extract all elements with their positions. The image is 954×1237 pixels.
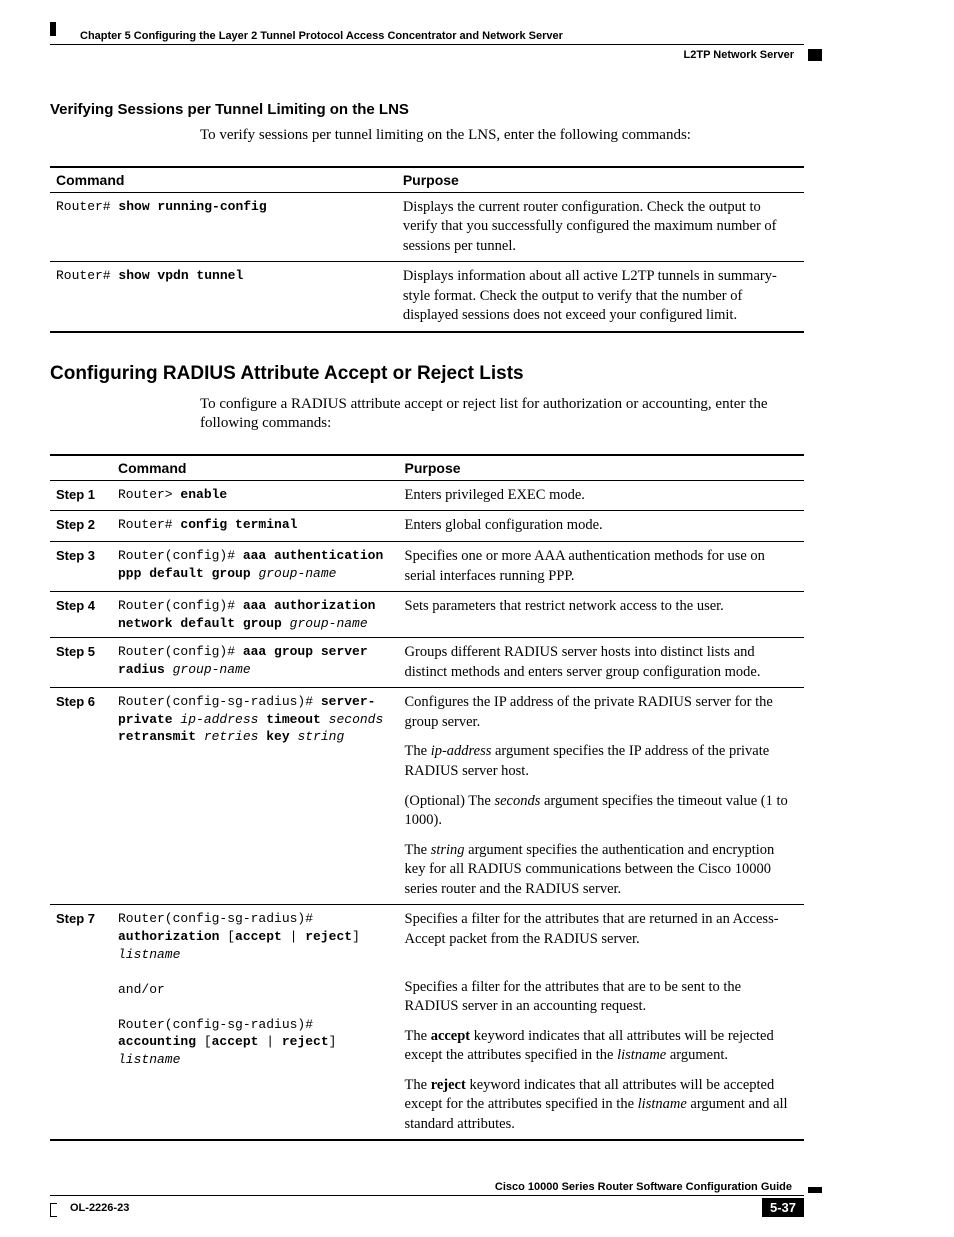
step-label: Step 3 xyxy=(50,542,112,592)
purpose-cell: Displays information about all active L2… xyxy=(397,262,804,332)
table-row: Step 4Router(config)# aaa authorization … xyxy=(50,592,804,638)
header-left-mark xyxy=(50,22,56,36)
purpose-cell: Configures the IP address of the private… xyxy=(399,688,804,905)
section1-intro: To verify sessions per tunnel limiting o… xyxy=(200,126,804,146)
command-cell: Router(config-sg-radius)# authorization … xyxy=(112,905,399,1141)
col-purpose: Purpose xyxy=(397,167,804,193)
purpose-cell: Enters privileged EXEC mode. xyxy=(399,480,804,511)
section1-title: Verifying Sessions per Tunnel Limiting o… xyxy=(50,101,804,118)
footer-right-mark xyxy=(808,1187,822,1193)
section2-title: Configuring RADIUS Attribute Accept or R… xyxy=(50,363,804,385)
footer-left-mark xyxy=(50,1203,57,1217)
verify-commands-table: Command Purpose Router# show running-con… xyxy=(50,166,804,333)
col-command: Command xyxy=(50,167,397,193)
purpose-cell: Specifies a filter for the attributes th… xyxy=(399,905,804,1141)
footer-page: 5-37 xyxy=(762,1198,804,1217)
step-label: Step 7 xyxy=(50,905,112,1141)
section-header: L2TP Network Server xyxy=(50,49,804,61)
table-row: Step 6Router(config-sg-radius)# server-p… xyxy=(50,688,804,905)
chapter-title: Chapter 5 Configuring the Layer 2 Tunnel… xyxy=(50,30,804,42)
step-label: Step 4 xyxy=(50,592,112,638)
step-label: Step 5 xyxy=(50,638,112,688)
col-purpose: Purpose xyxy=(399,455,804,481)
command-cell: Router# config terminal xyxy=(112,511,399,542)
command-cell: Router> enable xyxy=(112,480,399,511)
command-cell: Router# show running-config xyxy=(50,192,397,262)
command-cell: Router# show vpdn tunnel xyxy=(50,262,397,332)
page-header: Chapter 5 Configuring the Layer 2 Tunnel… xyxy=(50,30,804,45)
footer-guide: Cisco 10000 Series Router Software Confi… xyxy=(50,1181,804,1196)
purpose-cell: Specifies one or more AAA authentication… xyxy=(399,542,804,592)
configure-steps-table: Command Purpose Step 1Router> enableEnte… xyxy=(50,454,804,1142)
section2-intro: To configure a RADIUS attribute accept o… xyxy=(200,395,804,434)
header-right-mark xyxy=(808,49,822,61)
table-row: Router# show running-configDisplays the … xyxy=(50,192,804,262)
col-command: Command xyxy=(112,455,399,481)
table-row: Step 3Router(config)# aaa authentication… xyxy=(50,542,804,592)
step-label: Step 6 xyxy=(50,688,112,905)
purpose-cell: Groups different RADIUS server hosts int… xyxy=(399,638,804,688)
section-name: L2TP Network Server xyxy=(684,49,794,61)
page-footer: Cisco 10000 Series Router Software Confi… xyxy=(50,1181,804,1217)
col-step xyxy=(50,455,112,481)
command-cell: Router(config)# aaa authorization networ… xyxy=(112,592,399,638)
footer-docnum: OL-2226-23 xyxy=(50,1202,129,1214)
table-row: Step 7Router(config-sg-radius)# authoriz… xyxy=(50,905,804,1141)
table-row: Router# show vpdn tunnelDisplays informa… xyxy=(50,262,804,332)
table-row: Step 2Router# config terminalEnters glob… xyxy=(50,511,804,542)
table-row: Step 1Router> enableEnters privileged EX… xyxy=(50,480,804,511)
purpose-cell: Sets parameters that restrict network ac… xyxy=(399,592,804,638)
step-label: Step 1 xyxy=(50,480,112,511)
step-label: Step 2 xyxy=(50,511,112,542)
table-row: Step 5Router(config)# aaa group server r… xyxy=(50,638,804,688)
command-cell: Router(config)# aaa group server radius … xyxy=(112,638,399,688)
command-cell: Router(config)# aaa authentication ppp d… xyxy=(112,542,399,592)
purpose-cell: Enters global configuration mode. xyxy=(399,511,804,542)
purpose-cell: Displays the current router configuratio… xyxy=(397,192,804,262)
command-cell: Router(config-sg-radius)# server-private… xyxy=(112,688,399,905)
